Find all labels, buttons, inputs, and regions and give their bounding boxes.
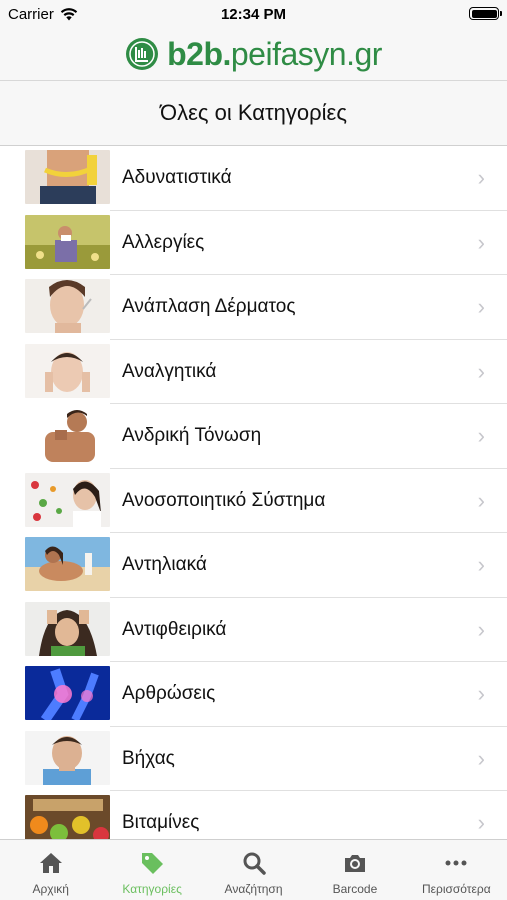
more-icon [445, 860, 467, 866]
clock: 12:34 PM [220, 6, 287, 23]
chevron-right-icon: › [477, 294, 485, 319]
home-icon [39, 853, 62, 873]
category-row[interactable]: Βήχας › [0, 727, 507, 791]
tab-label: Αρχική [32, 882, 69, 896]
chevron-right-icon: › [477, 358, 485, 384]
allergy-photo [25, 214, 110, 269]
chevron-right-icon: › [477, 165, 485, 190]
chevron-right-icon: › [477, 487, 485, 513]
category-label: Αλλεργίες [122, 231, 205, 253]
tab-bar: Αρχική Κατηγορίες Αναζήτηση Barcode Περι… [0, 839, 507, 900]
category-row[interactable]: Αναλγητικά › [0, 340, 507, 404]
battery-icon [469, 7, 502, 20]
category-list[interactable]: Αδυνατιστικά › Αλλεργίες › Ανάπλαση Δέρμ… [0, 146, 507, 839]
category-label: Αδυνατιστικά [122, 167, 232, 188]
tab-label: Κατηγορίες [122, 882, 182, 896]
immune-photo [25, 472, 110, 527]
chevron-right-icon: › [477, 745, 485, 771]
category-label: Αρθρώσεις [122, 683, 216, 704]
category-row[interactable]: Αλλεργίες › [0, 211, 507, 275]
tab-label: Αναζήτηση [224, 882, 283, 896]
category-label: Ανάπλαση Δέρματος [122, 296, 296, 317]
chevron-right-icon: › [477, 681, 485, 706]
brand-name: b2b.peifasyn.gr [167, 36, 382, 73]
chevron-right-icon: › [477, 616, 485, 642]
status-bar: Carrier 12:34 PM [0, 0, 507, 28]
camera-icon [344, 855, 365, 872]
category-label: Βήχας [122, 747, 175, 769]
tab-label: Barcode [332, 882, 378, 896]
tab-more[interactable]: Περισσότερα [406, 840, 507, 900]
tab-label: Περισσότερα [421, 882, 491, 896]
brand-bar: b2b.peifasyn.gr [0, 28, 507, 81]
category-label: Ανοσοποιητικό Σύστημα [122, 489, 326, 511]
sunscreen-photo [25, 537, 110, 591]
category-row[interactable]: Αντηλιακά › [0, 533, 507, 598]
category-row[interactable]: Αντιφθειρικά › [0, 598, 507, 662]
category-label: Βιταμίνες [122, 812, 200, 833]
category-label: Αναλγητικά [122, 360, 217, 382]
category-row[interactable]: Βιταμίνες › [0, 791, 507, 839]
chevron-right-icon: › [477, 552, 485, 577]
pharmacy-logo-icon [126, 38, 159, 70]
tab-categories[interactable]: Κατηγορίες [101, 840, 202, 900]
category-label: Αντιφθειρικά [122, 618, 227, 640]
category-row[interactable]: Αδυνατιστικά › [0, 146, 507, 211]
category-label: Ανδρική Τόνωση [122, 425, 262, 446]
page-title: Όλες οι Κατηγορίες [160, 100, 347, 125]
page-header: Όλες οι Κατηγορίες [0, 81, 507, 146]
tab-home[interactable]: Αρχική [0, 840, 101, 900]
category-row[interactable]: Ανδρική Τόνωση › [0, 404, 507, 469]
chevron-right-icon: › [477, 229, 485, 255]
category-row[interactable]: Ανάπλαση Δέρματος › [0, 275, 507, 340]
brand-rest: peifasyn.gr [230, 35, 383, 72]
joints-photo [25, 666, 110, 720]
cough-photo [25, 730, 110, 785]
tab-search[interactable]: Αναζήτηση [203, 840, 304, 900]
vitamins-photo [25, 795, 110, 839]
painkillers-photo [25, 343, 110, 398]
category-row[interactable]: Αρθρώσεις › [0, 662, 507, 727]
chevron-right-icon: › [477, 810, 485, 835]
brand-bold: b2b. [167, 35, 231, 72]
chevron-right-icon: › [477, 423, 485, 448]
search-icon [243, 852, 266, 875]
lice-photo [25, 601, 110, 656]
skin-photo [25, 279, 110, 333]
category-row[interactable]: Ανοσοποιητικό Σύστημα › [0, 469, 507, 533]
category-label: Αντηλιακά [122, 554, 207, 575]
weight-loss-photo [25, 150, 110, 204]
tag-icon [142, 853, 164, 874]
tab-barcode[interactable]: Barcode [304, 840, 405, 900]
men-photo [25, 408, 110, 462]
